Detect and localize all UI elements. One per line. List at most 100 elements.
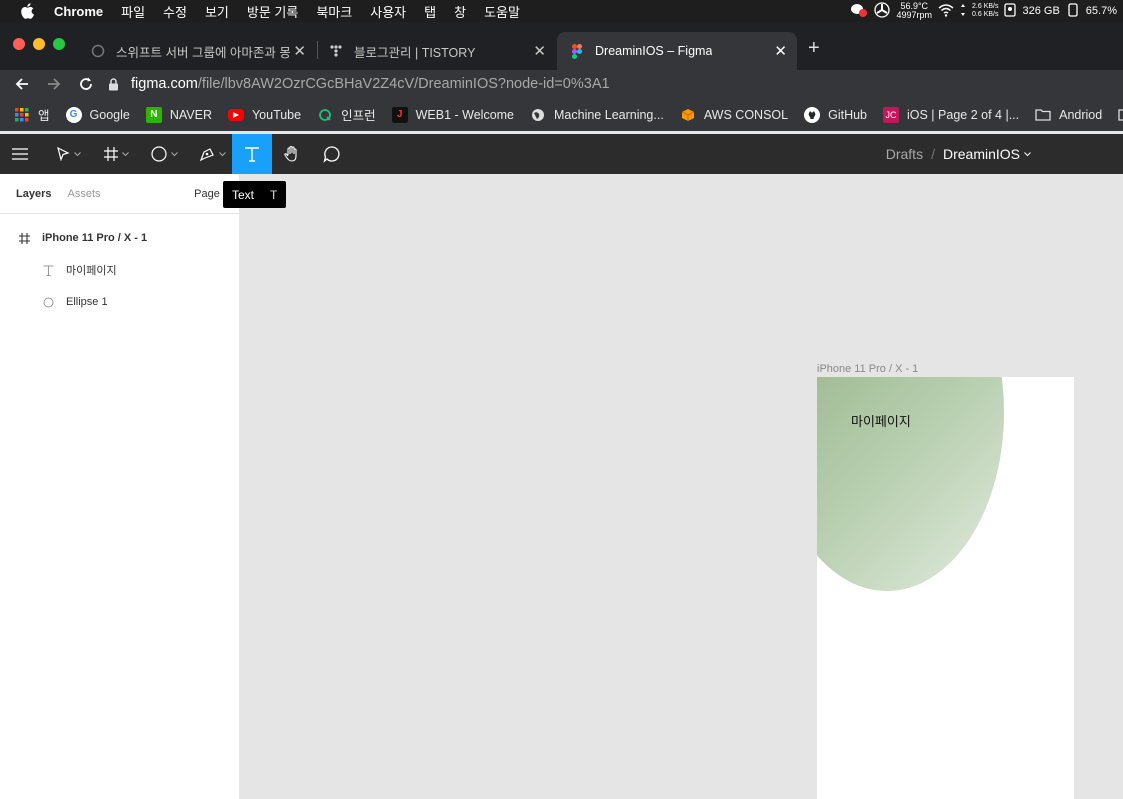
battery-icon xyxy=(1066,2,1080,20)
bookmark-label: 인프런 xyxy=(341,109,376,123)
naver-icon: N xyxy=(145,106,162,123)
net-down: 0.6 KB/s xyxy=(972,11,999,18)
bookmark-label: WEB1 - Welcome xyxy=(415,107,515,122)
menu-file[interactable]: 파일 xyxy=(121,2,145,21)
minimize-window-button[interactable] xyxy=(33,38,45,50)
layer-frame[interactable]: iPhone 11 Pro / X - 1 xyxy=(0,222,239,254)
fan-rpm: 4997rpm xyxy=(896,10,933,20)
move-tool-icon[interactable] xyxy=(48,134,88,174)
google-icon: G xyxy=(65,106,82,123)
disk-free[interactable]: 326 GB xyxy=(1022,5,1059,17)
bookmark-overflow[interactable] xyxy=(1118,107,1123,123)
sensor-readout[interactable]: 56.9°C 4997rpm xyxy=(896,2,932,20)
reload-icon[interactable] xyxy=(76,74,96,94)
globe-icon xyxy=(530,107,546,123)
layers-panel: Layers Assets Page 1 iPhone 11 Pro / X -… xyxy=(0,174,240,799)
pen-tool-icon[interactable] xyxy=(192,134,232,174)
battery-percent[interactable]: 65.7% xyxy=(1086,5,1117,17)
lock-icon[interactable] xyxy=(108,77,119,91)
folder-icon xyxy=(1118,107,1123,123)
fan-icon[interactable] xyxy=(874,1,891,21)
bookmark-inflearn[interactable]: 인프런 xyxy=(317,105,376,124)
tab-assets[interactable]: Assets xyxy=(67,188,100,200)
bookmark-youtube[interactable]: YouTube xyxy=(227,107,302,122)
breadcrumb-separator: / xyxy=(931,146,935,162)
status-menus: 56.9°C 4997rpm 2.6 KB/s 0.6 KB/s 326 GB … xyxy=(850,0,1117,22)
menu-bookmarks[interactable]: 북마크 xyxy=(316,2,352,21)
mypage-text-layer[interactable]: 마이페이지 xyxy=(851,411,911,430)
menu-tab[interactable]: 탭 xyxy=(424,2,436,21)
iphone-frame[interactable]: 마이페이지 xyxy=(817,377,1074,799)
address-bar[interactable]: figma.com/file/lbv8AW2OzrCGcBHaV2Z4cV/Dr… xyxy=(108,70,1123,98)
mac-menu-bar: Chrome 파일 수정 보기 방문 기록 북마크 사용자 탭 창 도움말 56… xyxy=(0,0,1123,22)
loading-icon xyxy=(90,43,106,59)
apple-icon[interactable] xyxy=(20,3,38,19)
apps-grid-icon xyxy=(14,107,30,123)
frame-hash-icon xyxy=(16,232,32,244)
bookmark-apps[interactable]: 앱 xyxy=(14,105,50,124)
bookmark-label: YouTube xyxy=(251,107,302,122)
app-menu-chrome[interactable]: Chrome xyxy=(54,4,103,19)
network-speed[interactable]: 2.6 KB/s 0.6 KB/s xyxy=(972,3,998,19)
inflearn-icon xyxy=(317,107,333,123)
bookmark-google[interactable]: G Google xyxy=(65,106,130,123)
text-tool-icon[interactable] xyxy=(232,134,272,174)
tistory-icon xyxy=(328,43,344,59)
chrome-tab-strip: 스위프트 서버 그룹에 아마존과 몽고DB ✕ 블로그관리 | TISTORY … xyxy=(0,22,1123,70)
frame-tool-icon[interactable] xyxy=(96,134,136,174)
menu-people[interactable]: 사용자 xyxy=(370,2,406,21)
tab-tistory[interactable]: 블로그관리 | TISTORY ✕ xyxy=(318,32,556,70)
hand-tool-icon[interactable] xyxy=(272,134,312,174)
close-window-button[interactable] xyxy=(13,38,25,50)
bookmark-machine-learning[interactable]: Machine Learning... xyxy=(530,107,664,123)
file-breadcrumb: Drafts / DreaminIOS xyxy=(886,134,1031,174)
menu-view[interactable]: 보기 xyxy=(205,2,229,21)
figma-toolbar: Drafts / DreaminIOS xyxy=(0,134,1123,174)
new-tab-button[interactable]: + xyxy=(808,37,820,60)
tab-swift-server[interactable]: 스위프트 서버 그룹에 아마존과 몽고DB ✕ xyxy=(80,32,316,70)
main-menu-icon[interactable] xyxy=(0,134,40,174)
ellipse-shape[interactable] xyxy=(817,377,1004,591)
bookmark-ios[interactable]: JC iOS | Page 2 of 4 |... xyxy=(883,106,1020,123)
layer-name: iPhone 11 Pro / X - 1 xyxy=(42,232,148,244)
wifi-icon[interactable] xyxy=(938,3,954,20)
bookmark-aws[interactable]: AWS CONSOL xyxy=(680,107,788,123)
menu-window[interactable]: 창 xyxy=(454,2,466,21)
layer-ellipse[interactable]: Ellipse 1 xyxy=(0,286,239,318)
updown-arrows-icon xyxy=(960,3,966,20)
close-tab-icon[interactable]: ✕ xyxy=(533,42,546,60)
close-tab-icon[interactable]: ✕ xyxy=(774,42,787,60)
menu-edit[interactable]: 수정 xyxy=(163,2,187,21)
url-host: figma.com xyxy=(131,76,198,92)
bookmark-web1[interactable]: J WEB1 - Welcome xyxy=(391,106,515,123)
menu-help[interactable]: 도움말 xyxy=(484,2,520,21)
breadcrumb-file-name[interactable]: DreaminIOS xyxy=(943,146,1020,162)
breadcrumb-drafts[interactable]: Drafts xyxy=(886,146,923,162)
layer-text[interactable]: 마이페이지 xyxy=(0,254,239,286)
tab-title: 블로그관리 | TISTORY xyxy=(354,45,476,60)
chevron-down-icon[interactable] xyxy=(1024,151,1031,157)
wechat-icon[interactable] xyxy=(850,3,868,20)
forward-icon[interactable] xyxy=(44,74,64,94)
back-icon[interactable] xyxy=(12,74,32,94)
disk-icon xyxy=(1004,2,1017,20)
comment-tool-icon[interactable] xyxy=(312,134,352,174)
shape-tool-icon[interactable] xyxy=(144,134,184,174)
tab-layers[interactable]: Layers xyxy=(16,188,51,200)
close-tab-icon[interactable]: ✕ xyxy=(293,42,306,60)
figma-icon xyxy=(569,43,585,59)
bookmark-label: GitHub xyxy=(828,107,867,122)
bookmark-label: iOS | Page 2 of 4 |... xyxy=(907,107,1020,122)
tab-title: DreaminIOS – Figma xyxy=(595,44,713,58)
tab-figma-active[interactable]: DreaminIOS – Figma ✕ xyxy=(557,32,797,70)
zoom-window-button[interactable] xyxy=(53,38,65,50)
web1-icon: J xyxy=(391,106,408,123)
bookmark-github[interactable]: GitHub xyxy=(804,106,867,123)
bookmark-folder-andriod[interactable]: Andriod xyxy=(1035,107,1102,123)
bookmarks-bar: 앱 G Google N NAVER YouTube 인프런 J WEB1 - … xyxy=(0,98,1123,131)
bookmark-label: AWS CONSOL xyxy=(703,107,789,122)
menu-history[interactable]: 방문 기록 xyxy=(247,2,298,21)
bookmark-naver[interactable]: N NAVER xyxy=(145,106,212,123)
aws-cube-icon xyxy=(680,107,696,123)
frame-label[interactable]: iPhone 11 Pro / X - 1 xyxy=(817,363,918,375)
